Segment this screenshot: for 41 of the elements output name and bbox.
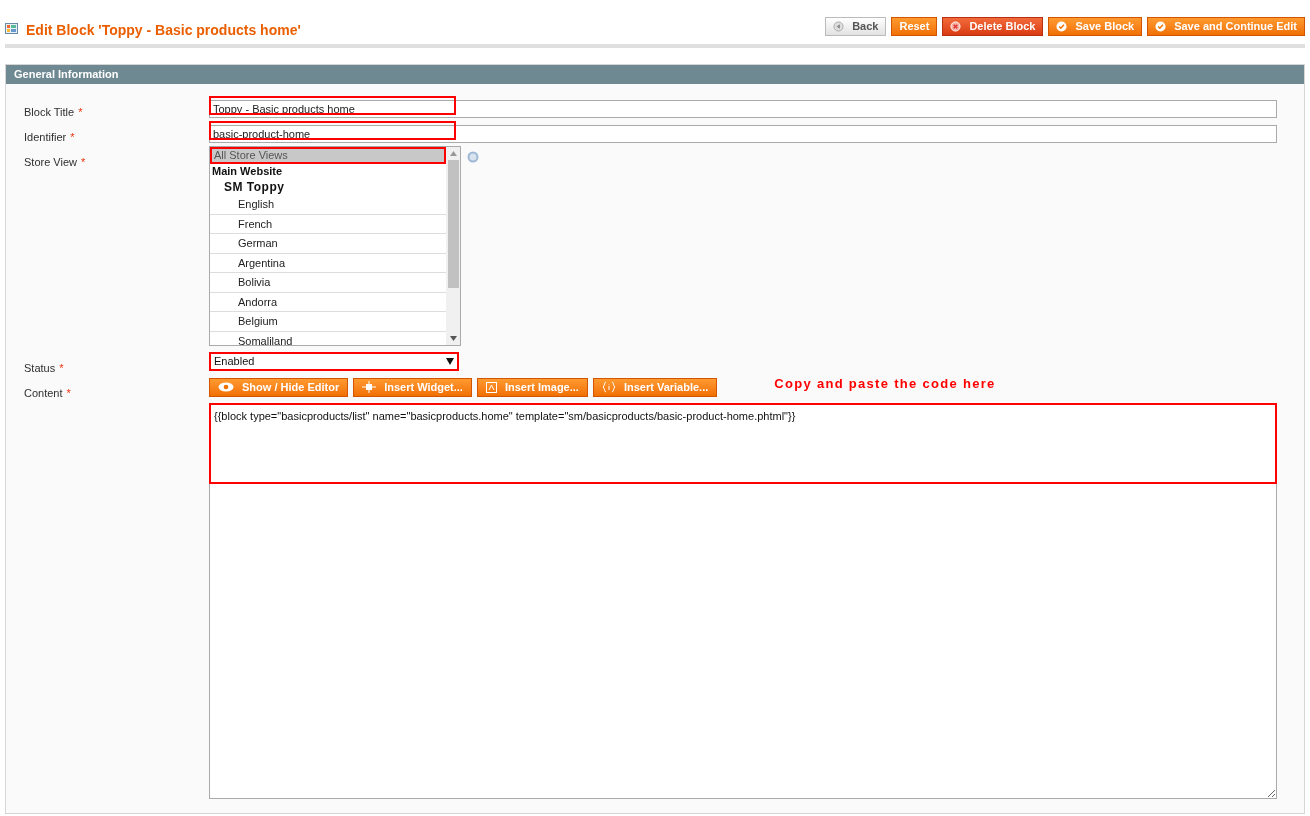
required-asterisk: *: [59, 362, 64, 374]
scroll-up-icon[interactable]: [449, 151, 457, 156]
field-label: Content: [24, 387, 63, 399]
eye-icon: [218, 382, 234, 392]
required-asterisk: *: [78, 106, 83, 118]
store-option[interactable]: All Store Views: [210, 147, 446, 164]
annotation-text: Copy and paste the code here: [774, 375, 996, 394]
field-label: Store View: [24, 156, 77, 168]
store-option[interactable]: Belgium: [210, 312, 446, 332]
close-icon: [950, 20, 962, 32]
braces-icon: [601, 381, 616, 393]
scroll-down-icon[interactable]: [449, 336, 457, 341]
store-option[interactable]: Main Website: [210, 164, 446, 178]
field-label: Identifier: [24, 131, 67, 143]
store-option[interactable]: SM Toppy: [210, 178, 446, 195]
store-view-list[interactable]: All Store Views Main Website SM Toppy English French German Argentina Bolivia Andorra Belgium Somaliland: [209, 146, 461, 346]
content-editor[interactable]: {{block type="basicproducts/list" name="basicproducts.home" template="sm/basicproducts/basic-product-home.phtml"}}: [209, 403, 1277, 799]
field-label: Block Title: [24, 106, 75, 118]
dropdown-arrow-icon: [446, 358, 454, 365]
section-header: General Information: [6, 65, 1304, 84]
required-asterisk: *: [70, 131, 75, 143]
store-option[interactable]: French: [210, 214, 446, 234]
store-option[interactable]: Bolivia: [210, 273, 446, 293]
required-asterisk: *: [66, 387, 71, 399]
text-field[interactable]: basic-product-home: [209, 125, 1277, 143]
store-option[interactable]: Andorra: [210, 292, 446, 312]
store-option[interactable]: English: [210, 195, 446, 215]
back-button[interactable]: Back: [825, 16, 887, 36]
required-asterisk: *: [81, 156, 86, 168]
scrollbar[interactable]: [446, 147, 460, 345]
image-icon: [485, 381, 497, 393]
store-option[interactable]: German: [210, 234, 446, 254]
check-icon: [1155, 20, 1167, 32]
store-option[interactable]: Argentina: [210, 253, 446, 273]
grid-icon: [5, 23, 18, 34]
widget-icon: [362, 381, 377, 393]
page-title: Edit Block 'Toppy - Basic products home': [26, 21, 301, 40]
help-icon[interactable]: [467, 151, 479, 163]
delete-button[interactable]: Delete Block: [942, 16, 1044, 36]
check-icon: [1056, 20, 1068, 32]
field-label: Status: [24, 362, 56, 374]
